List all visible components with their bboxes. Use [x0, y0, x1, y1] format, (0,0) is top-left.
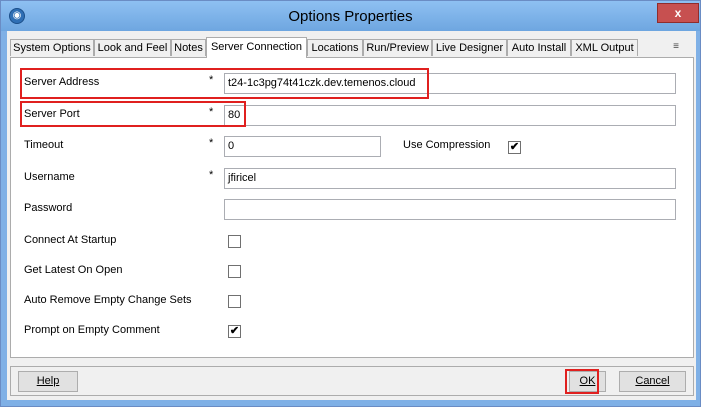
tab-live-designer[interactable]: Live Designer: [432, 39, 507, 56]
username-label: Username: [24, 171, 75, 183]
prompt-on-empty-checkbox[interactable]: ✔: [228, 325, 241, 338]
title-bar[interactable]: ◉ Options Properties x: [1, 1, 700, 31]
cancel-button-label: Cancel: [635, 375, 670, 387]
help-button-label: Help: [36, 375, 60, 387]
options-dialog: ◉ Options Properties x System Options Lo…: [0, 0, 701, 407]
server-address-input[interactable]: t24-1c3pg74t41czk.dev.temenos.cloud: [224, 73, 676, 94]
use-compression-label: Use Compression: [403, 139, 491, 151]
server-address-required: *: [209, 74, 214, 86]
timeout-required: *: [209, 137, 214, 149]
auto-remove-empty-checkbox[interactable]: [228, 295, 241, 308]
auto-remove-empty-label: Auto Remove Empty Change Sets: [24, 294, 192, 306]
server-port-required: *: [209, 106, 214, 118]
help-button[interactable]: Help: [18, 371, 78, 392]
tab-look-and-feel[interactable]: Look and Feel: [94, 39, 171, 56]
cancel-button[interactable]: Cancel: [619, 371, 686, 392]
timeout-label: Timeout: [24, 139, 64, 151]
button-bar: Help OK Cancel: [10, 366, 694, 396]
get-latest-on-open-label: Get Latest On Open: [24, 264, 123, 276]
tab-system-options[interactable]: System Options: [10, 39, 94, 56]
ok-button[interactable]: OK: [569, 371, 606, 392]
tab-server-connection[interactable]: Server Connection: [206, 37, 307, 58]
window-title: Options Properties: [288, 8, 413, 25]
connect-at-startup-checkbox[interactable]: [228, 235, 241, 248]
tab-notes[interactable]: Notes: [171, 39, 206, 56]
tab-locations[interactable]: Locations: [307, 39, 363, 56]
ok-button-label: OK: [579, 375, 596, 387]
timeout-input[interactable]: 0: [224, 136, 381, 157]
password-input[interactable]: [224, 199, 676, 220]
password-label: Password: [24, 202, 73, 214]
tab-strip: System Options Look and Feel Notes Serve…: [10, 37, 694, 58]
use-compression-checkbox[interactable]: ✔: [508, 141, 521, 154]
server-port-label: Server Port: [24, 108, 80, 120]
username-input[interactable]: jfiricel: [224, 168, 676, 189]
prompt-on-empty-label: Prompt on Empty Comment: [24, 324, 160, 336]
close-button[interactable]: x: [657, 3, 699, 23]
server-address-label: Server Address: [24, 76, 100, 88]
server-connection-panel: Server Address * t24-1c3pg74t41czk.dev.t…: [10, 57, 694, 358]
menu-icon[interactable]: ≡: [670, 40, 682, 54]
dialog-client-area: System Options Look and Feel Notes Serve…: [7, 31, 696, 400]
tab-run-preview[interactable]: Run/Preview: [363, 39, 432, 56]
tab-xml-output[interactable]: XML Output: [571, 39, 638, 56]
get-latest-on-open-checkbox[interactable]: [228, 265, 241, 278]
connect-at-startup-label: Connect At Startup: [24, 234, 117, 246]
tab-auto-install[interactable]: Auto Install: [507, 39, 571, 56]
username-required: *: [209, 169, 214, 181]
server-port-input[interactable]: 80: [224, 105, 676, 126]
